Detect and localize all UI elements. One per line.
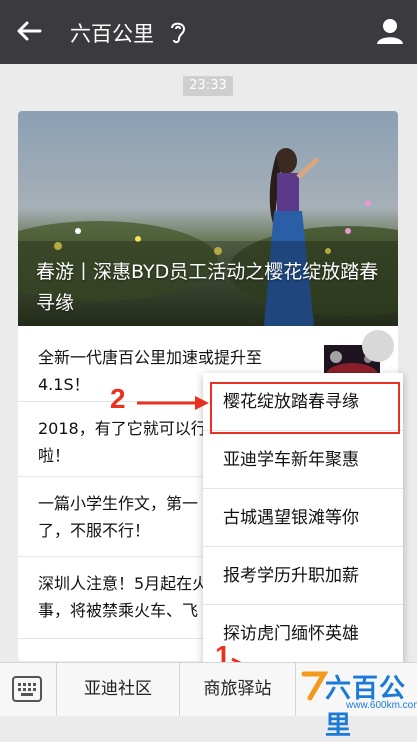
item-title-line: 全新一代唐百公里加速或提升至 [38, 348, 263, 367]
item-title-line: 深圳人注意！5月起在火 [38, 574, 209, 593]
chat-title: 六百公里 [70, 22, 154, 46]
step-label-2: 2 [110, 383, 126, 414]
watermark-url: www.600km.com [346, 700, 417, 711]
item-title-line: 一篇小学生作文，第一 [38, 494, 199, 513]
menu-item-education[interactable]: 报考学历升职加薪 [203, 547, 403, 605]
item-title-line: 事，将被禁乘火车、飞 [38, 601, 199, 620]
menu-item-driving-school[interactable]: 亚迪学车新年聚惠 [203, 431, 403, 489]
ear-icon [171, 22, 186, 44]
logo-mark-icon [301, 671, 328, 701]
top-bar: 六百公里 [0, 0, 417, 64]
message-time: 23:33 [183, 76, 233, 96]
divider [295, 663, 296, 716]
menu-item-ancient-city[interactable]: 古城遇望银滩等你 [203, 489, 403, 547]
menu-caret [362, 330, 394, 362]
item-title-line: 了，不服不行！ [38, 521, 151, 540]
keyboard-icon[interactable] [12, 676, 42, 702]
tab-business-travel[interactable]: 商旅驿站 [180, 663, 295, 716]
highlight-box [210, 382, 400, 434]
profile-icon[interactable] [375, 16, 405, 46]
back-arrow-icon[interactable] [14, 16, 44, 46]
red-arrow-icon [137, 396, 209, 410]
item-title-line: 啦！ [38, 446, 71, 465]
tab-yadi-community[interactable]: 亚迪社区 [57, 663, 179, 716]
item-title-line: 2018，有了它就可以行 [38, 419, 207, 438]
hero-title[interactable]: 春游丨深惠BYD员工活动之樱花绽放踏春寻缘 [36, 257, 386, 319]
